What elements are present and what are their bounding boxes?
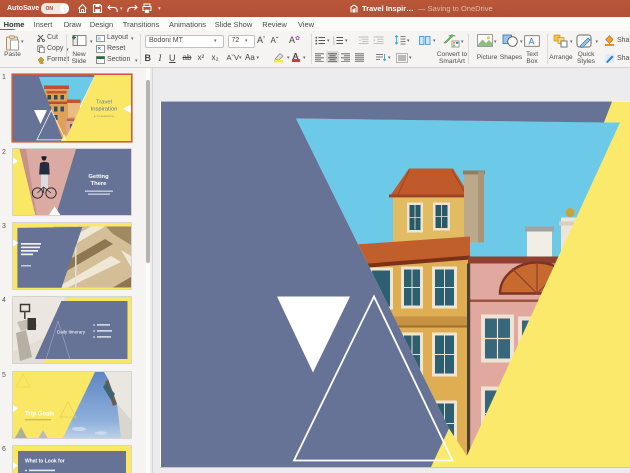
svg-text:Travel: Travel [96, 99, 112, 105]
svg-text:There: There [91, 181, 108, 187]
svg-text:Trip Goals: Trip Goals [25, 411, 55, 417]
svg-text:Inspiration: Inspiration [91, 106, 118, 112]
svg-text:A: A [528, 36, 534, 46]
svg-text:BY JULIA MERIDETH: BY JULIA MERIDETH [94, 115, 115, 118]
svg-text:3: 3 [333, 41, 335, 44]
svg-text:Getting: Getting [88, 174, 109, 180]
svg-text:What to Look for: What to Look for [25, 459, 65, 465]
